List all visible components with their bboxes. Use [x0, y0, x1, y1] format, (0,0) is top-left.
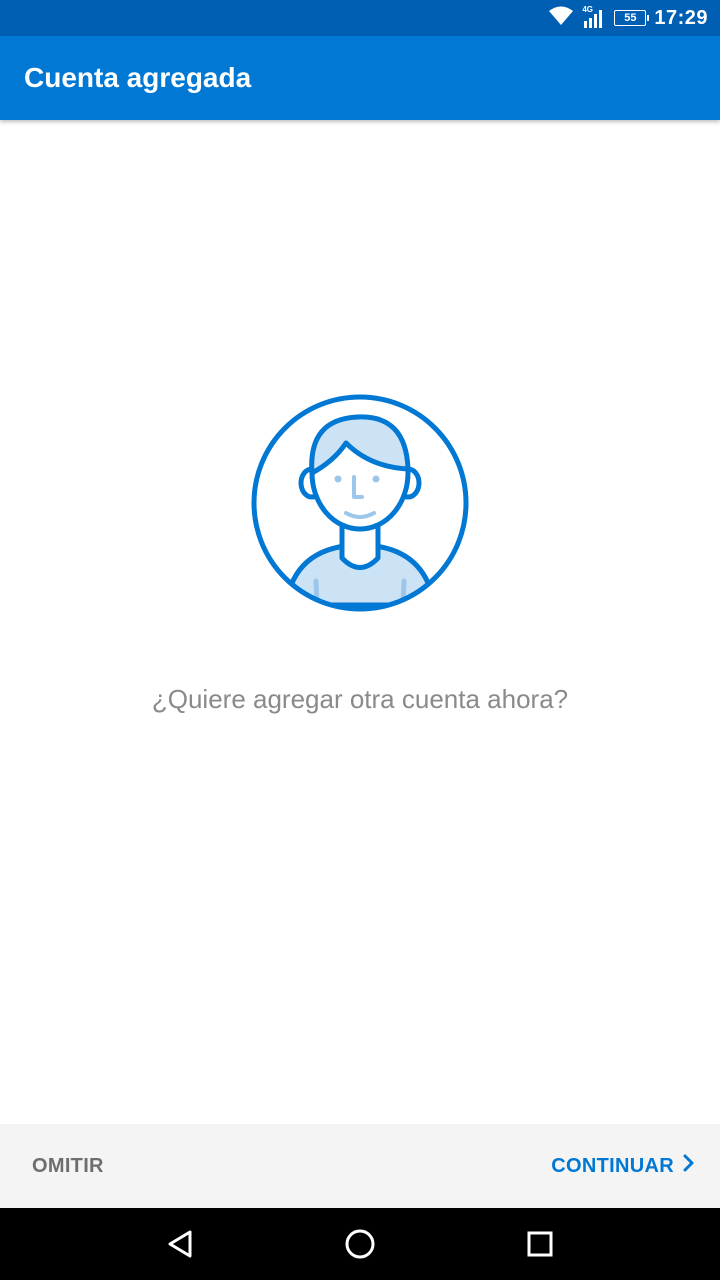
add-account-question: ¿Quiere agregar otra cuenta ahora?	[151, 684, 569, 714]
screen: 4G 55 17:29 Cuenta agregada ¿Quiere agre…	[0, 0, 720, 1280]
continue-label: CONTINUAR	[551, 1154, 674, 1177]
app-bar: Cuenta agregada	[0, 36, 720, 120]
continue-button[interactable]: CONTINUAR	[533, 1144, 706, 1188]
page-title: Cuenta agregada	[24, 62, 252, 93]
status-time: 17:29	[654, 6, 708, 29]
status-icons: 4G 55 17:29	[548, 0, 708, 36]
back-icon[interactable]	[160, 1224, 200, 1264]
skip-button[interactable]: OMITIR	[14, 1144, 122, 1188]
battery-icon: 55	[614, 10, 650, 26]
wifi-icon	[548, 6, 574, 31]
recents-icon[interactable]	[520, 1224, 560, 1264]
system-navigation-bar	[0, 1208, 720, 1280]
battery-level: 55	[624, 12, 637, 24]
person-avatar-icon	[250, 393, 470, 613]
chevron-right-icon	[682, 1153, 696, 1179]
status-bar: 4G 55 17:29	[0, 0, 720, 36]
bottom-action-bar: OMITIR CONTINUAR	[0, 1124, 720, 1208]
home-icon[interactable]	[340, 1224, 380, 1264]
cell-signal-icon: 4G	[582, 5, 606, 29]
